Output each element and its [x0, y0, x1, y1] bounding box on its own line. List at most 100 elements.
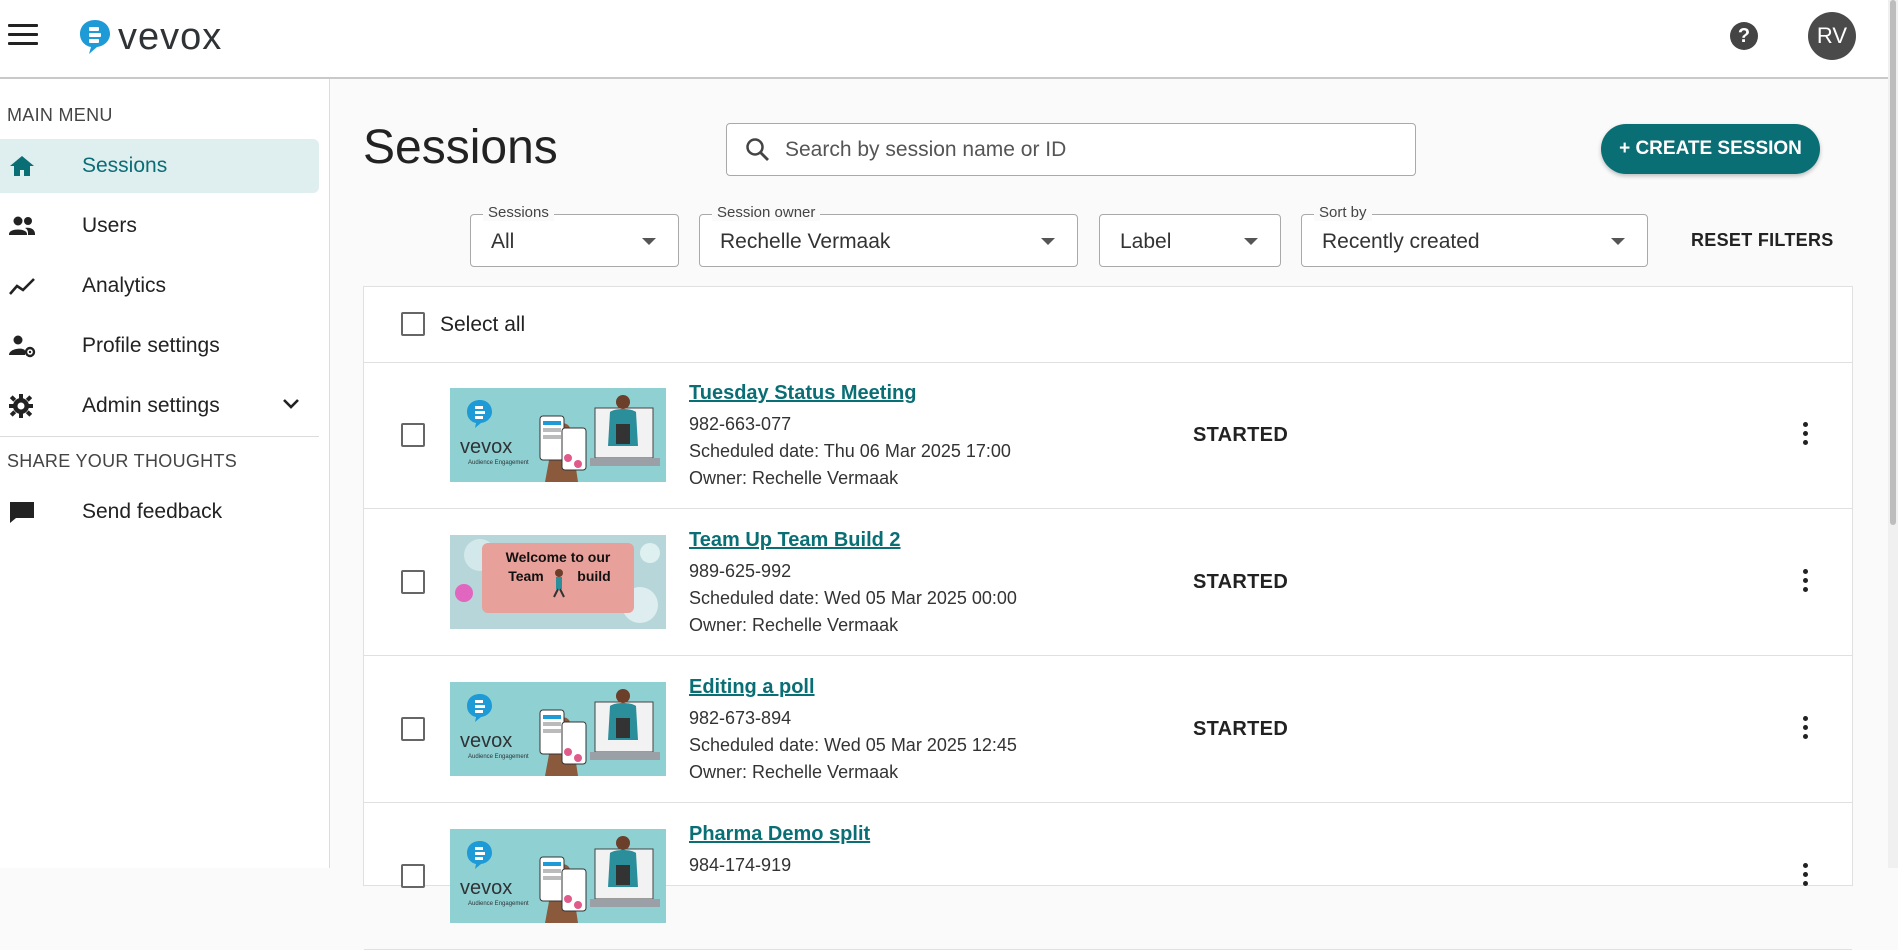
filter-value: Recently created [1322, 230, 1480, 253]
session-owner: Owner: Rechelle Vermaak [689, 615, 899, 635]
svg-text:Audience Engagement: Audience Engagement [468, 754, 529, 760]
session-owner-filter[interactable]: Session owner Rechelle Vermaak [699, 204, 1078, 267]
page-scrollbar[interactable] [1888, 0, 1898, 868]
session-thumbnail-wrap[interactable]: vevox Audience Engagement [450, 829, 666, 923]
home-icon [10, 156, 34, 176]
select-all-checkbox[interactable] [401, 312, 425, 336]
sidebar-item-label: Admin settings [82, 394, 220, 417]
more-options-icon[interactable] [1795, 863, 1815, 889]
svg-text:Welcome to our: Welcome to our [506, 549, 611, 565]
dropdown-arrow-icon [1611, 238, 1625, 245]
scrollbar-thumb[interactable] [1890, 0, 1896, 525]
session-id: 982-673-894 [689, 708, 792, 728]
session-thumbnail: Welcome to our Team build [450, 535, 666, 629]
dropdown-arrow-icon [642, 238, 656, 245]
session-status: STARTED [1193, 571, 1289, 593]
more-options-icon[interactable] [1795, 716, 1815, 742]
session-title-link[interactable]: Tuesday Status Meeting [689, 382, 916, 405]
sidebar-item-label: Analytics [82, 274, 167, 297]
sidebar-item-sessions[interactable]: Sessions [0, 139, 319, 193]
session-title-link[interactable]: Editing a poll [689, 676, 815, 699]
search-icon [746, 138, 769, 161]
sidebar-item-users[interactable]: Users [0, 199, 319, 253]
user-avatar[interactable]: RV [1808, 12, 1856, 60]
search-box[interactable] [726, 123, 1416, 176]
session-status: STARTED [1193, 718, 1289, 740]
filter-label: Session owner [712, 204, 821, 221]
reset-filters-button[interactable]: RESET FILTERS [1691, 230, 1834, 251]
session-scheduled-date: Scheduled date: Wed 05 Mar 2025 00:00 [689, 588, 1017, 608]
session-id: 982-663-077 [689, 414, 792, 434]
session-checkbox[interactable] [401, 717, 425, 741]
session-thumbnail-wrap[interactable]: vevox Audience Engagement [450, 682, 666, 776]
analytics-icon [9, 278, 35, 295]
svg-text:vevox: vevox [460, 436, 512, 458]
list-header: Select all [364, 287, 1852, 363]
session-id: 989-625-992 [689, 561, 792, 581]
session-checkbox[interactable] [401, 570, 425, 594]
filter-value: Label [1120, 230, 1172, 253]
session-id: 984-174-919 [689, 855, 792, 875]
sidebar-item-label: Profile settings [82, 334, 220, 357]
session-row[interactable]: Welcome to our Team build Team Up Team B… [364, 509, 1852, 656]
more-options-icon[interactable] [1795, 569, 1815, 595]
search-input[interactable] [783, 134, 1397, 166]
profile-settings-icon [9, 335, 36, 358]
page-title: Sessions [363, 121, 558, 174]
session-thumbnail: vevox Audience Engagement [450, 829, 666, 923]
sidebar-divider [0, 436, 319, 437]
session-thumbnail-wrap[interactable]: Welcome to our Team build [450, 535, 666, 629]
sidebar-item-label: Send feedback [82, 500, 223, 523]
sessions-filter[interactable]: Sessions All [470, 204, 679, 267]
dropdown-arrow-icon [1244, 238, 1258, 245]
sidebar-item-label: Users [82, 214, 137, 237]
sidebar: MAIN MENU Sessions Users Analytics Profi… [0, 79, 330, 868]
users-icon [9, 216, 35, 235]
select-all-label[interactable]: Select all [440, 313, 525, 337]
logo-text: vevox [118, 16, 223, 58]
svg-text:vevox: vevox [460, 730, 512, 752]
session-row[interactable]: vevox Audience Engagement Pharma Demo sp… [364, 803, 1852, 950]
session-scheduled-date: Scheduled date: Wed 05 Mar 2025 12:45 [689, 735, 1017, 755]
session-title-link[interactable]: Pharma Demo split [689, 823, 870, 846]
main-menu-title: MAIN MENU [7, 105, 113, 125]
session-row[interactable]: vevox Audience Engagement Tuesday Status… [364, 362, 1852, 509]
vevox-logo[interactable]: vevox [78, 18, 222, 56]
gear-icon [9, 394, 33, 418]
help-icon[interactable]: ? [1730, 22, 1758, 50]
sidebar-item-profile-settings[interactable]: Profile settings [0, 319, 319, 373]
filter-value: All [491, 230, 515, 253]
create-session-button[interactable]: + CREATE SESSION [1601, 124, 1820, 174]
svg-text:build: build [577, 568, 610, 584]
svg-text:Audience Engagement: Audience Engagement [468, 901, 529, 907]
hamburger-menu-icon[interactable] [8, 24, 38, 48]
session-thumbnail: vevox Audience Engagement [450, 682, 666, 776]
svg-text:Audience Engagement: Audience Engagement [468, 460, 529, 466]
session-row[interactable]: vevox Audience Engagement Editing a poll… [364, 656, 1852, 803]
session-checkbox[interactable] [401, 423, 425, 447]
filter-value: Rechelle Vermaak [720, 230, 891, 253]
session-owner: Owner: Rechelle Vermaak [689, 762, 899, 782]
sidebar-item-send-feedback[interactable]: Send feedback [0, 485, 319, 539]
chevron-down-icon[interactable] [282, 398, 300, 410]
top-bar: vevox ? RV [0, 0, 1888, 79]
session-status: STARTED [1193, 424, 1289, 446]
chat-bubble-icon [10, 502, 34, 523]
more-options-icon[interactable] [1795, 422, 1815, 448]
session-scheduled-date: Scheduled date: Thu 06 Mar 2025 17:00 [689, 441, 1011, 461]
sort-by-filter[interactable]: Sort by Recently created [1301, 204, 1648, 267]
session-thumbnail: vevox Audience Engagement [450, 388, 666, 482]
sidebar-item-admin-settings[interactable]: Admin settings [0, 379, 319, 433]
session-title-link[interactable]: Team Up Team Build 2 [689, 529, 901, 552]
vevox-logo-icon [80, 20, 110, 54]
share-thoughts-title: SHARE YOUR THOUGHTS [7, 451, 238, 471]
svg-text:Team: Team [508, 568, 544, 584]
dropdown-arrow-icon [1041, 238, 1055, 245]
filter-label: Sort by [1314, 204, 1372, 221]
label-filter[interactable]: Label [1099, 214, 1281, 267]
svg-text:vevox: vevox [460, 877, 512, 899]
sidebar-item-analytics[interactable]: Analytics [0, 259, 319, 313]
session-owner: Owner: Rechelle Vermaak [689, 468, 899, 488]
session-thumbnail-wrap[interactable]: vevox Audience Engagement [450, 388, 666, 482]
filter-label: Sessions [483, 204, 554, 221]
